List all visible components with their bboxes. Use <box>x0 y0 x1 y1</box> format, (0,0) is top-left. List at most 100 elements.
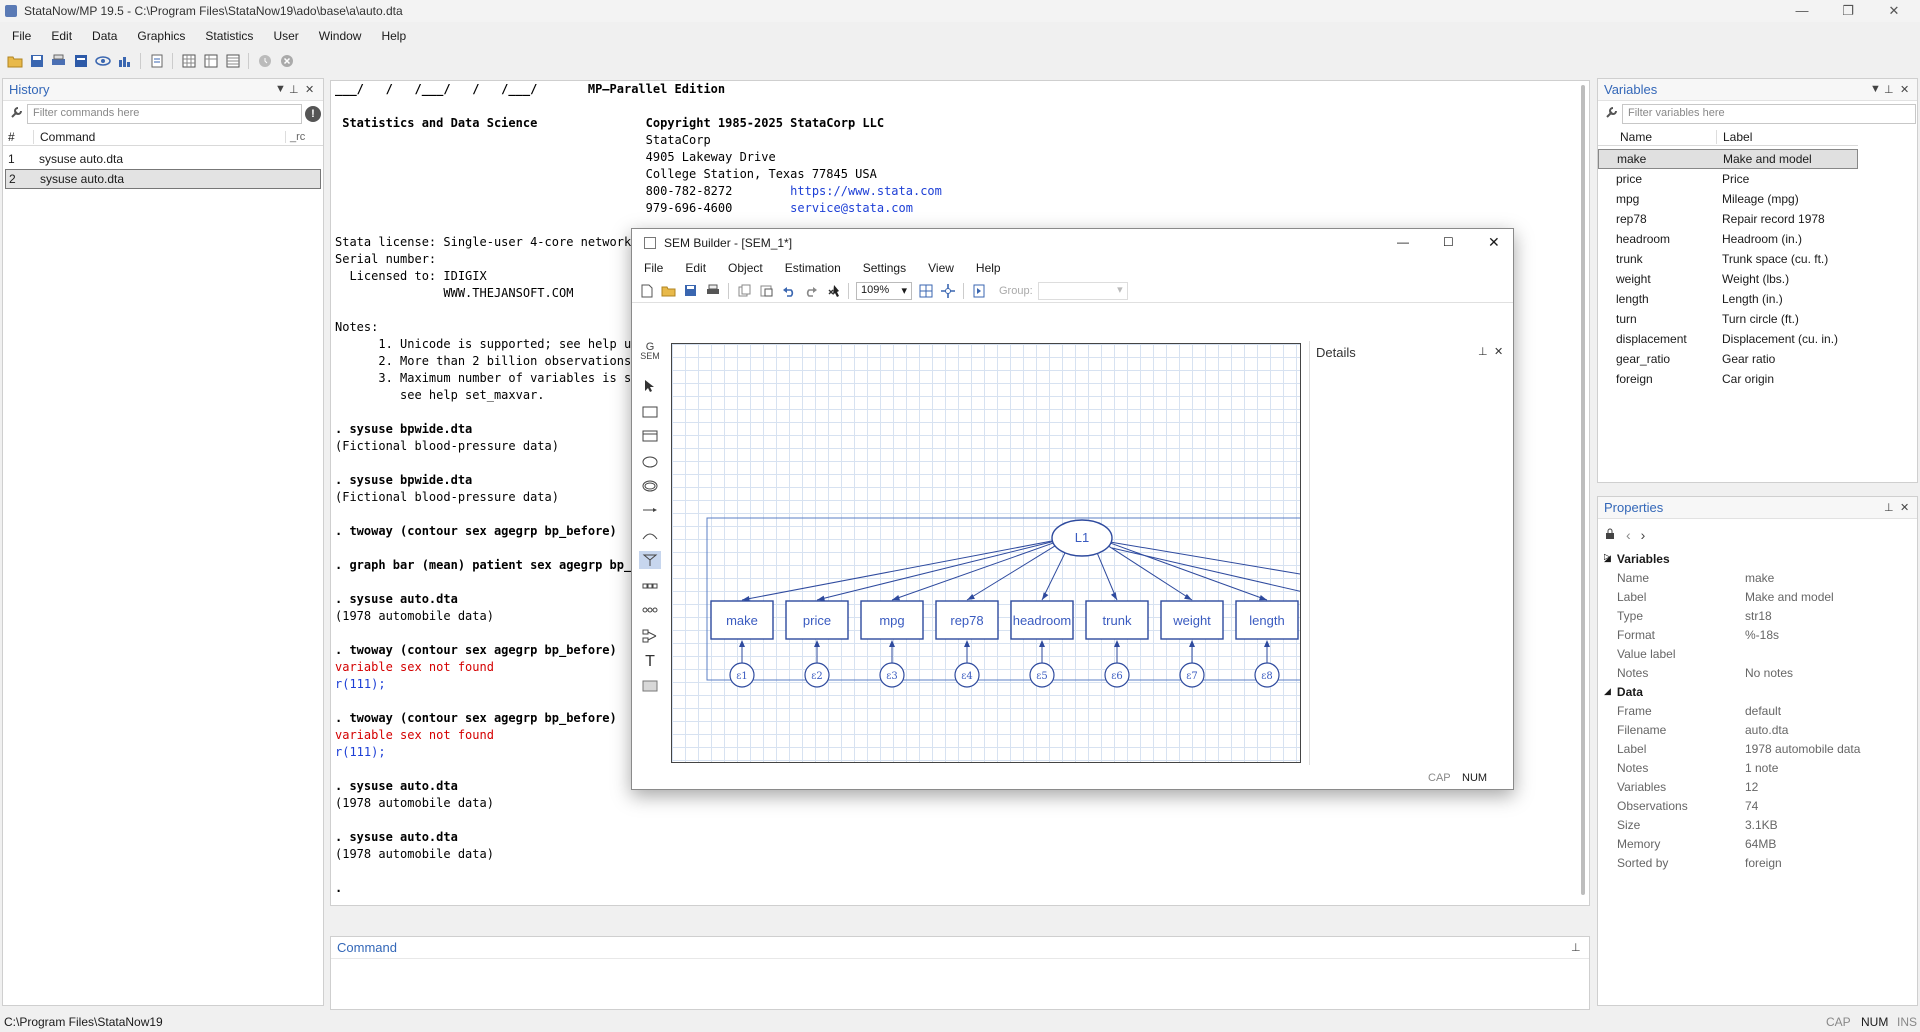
data-editor-browse-icon[interactable] <box>202 53 219 70</box>
variables-filter-input[interactable]: Filter variables here <box>1622 104 1916 124</box>
variable-row-rep78[interactable]: rep78 Repair record 1978 <box>1598 209 1858 229</box>
forward-icon[interactable]: › <box>1641 527 1646 543</box>
property-row[interactable]: Observations 74 <box>1598 796 1917 815</box>
observed-variable-label[interactable]: weight <box>1172 613 1211 628</box>
pin-icon[interactable]: ⊥ <box>1478 345 1488 358</box>
back-icon[interactable]: ‹ <box>1626 527 1631 543</box>
variable-row-mpg[interactable]: mpg Mileage (mpg) <box>1598 189 1858 209</box>
col-num[interactable]: # <box>3 130 33 144</box>
latent-component-tool-icon[interactable] <box>641 601 659 619</box>
pin-icon[interactable]: ⊥ <box>1571 941 1581 954</box>
observed-variable-label[interactable]: rep78 <box>950 613 983 628</box>
observed-variable-label[interactable]: length <box>1249 613 1284 628</box>
sem-canvas[interactable]: make ε1 price ε2 mpg ε3 rep78 ε4 headroom ε5 trunk… <box>671 343 1301 763</box>
path-arrow[interactable] <box>1096 551 1118 601</box>
zoom-select[interactable]: 109% ▾ <box>856 281 912 300</box>
variable-row-make[interactable]: make Make and model <box>1598 149 1858 169</box>
arrow-head[interactable] <box>1259 595 1267 601</box>
graph-icon[interactable] <box>116 53 133 70</box>
property-row[interactable]: Memory 64MB <box>1598 834 1917 853</box>
arrow-head[interactable] <box>1039 640 1045 647</box>
arrow-head[interactable] <box>1110 592 1117 600</box>
close-panel-icon[interactable]: ✕ <box>1494 345 1503 358</box>
sem-menu-estimation[interactable]: Estimation <box>773 257 851 279</box>
text-tool-icon[interactable]: T <box>641 653 659 671</box>
property-row[interactable]: Size 3.1KB <box>1598 815 1917 834</box>
observed-variable-tool-icon[interactable] <box>641 403 659 421</box>
print-icon[interactable] <box>50 53 67 70</box>
variable-row-price[interactable]: price Price <box>1598 169 1858 189</box>
observed-variable-label[interactable]: make <box>726 613 758 628</box>
pan-icon[interactable] <box>939 282 956 299</box>
observed-variable-label[interactable]: mpg <box>879 613 904 628</box>
variable-row-foreign[interactable]: foreign Car origin <box>1598 369 1858 389</box>
latent-variable-multi-tool-icon[interactable] <box>641 477 659 495</box>
observed-variable-label[interactable]: price <box>803 613 831 628</box>
menu-graphics[interactable]: Graphics <box>125 26 193 46</box>
variable-row-trunk[interactable]: trunk Trunk space (cu. ft.) <box>1598 249 1858 269</box>
arrow-head[interactable] <box>892 595 900 601</box>
path-arrow[interactable] <box>1111 547 1301 594</box>
menu-user[interactable]: User <box>261 26 306 46</box>
property-row[interactable]: Type str18 <box>1598 606 1917 625</box>
filter-icon[interactable]: ▼ <box>1870 83 1881 95</box>
properties-section-data[interactable]: ◢ Data <box>1598 682 1917 701</box>
property-row[interactable]: ▷ Filename auto.dta <box>1598 552 1917 739</box>
property-row[interactable]: Name make <box>1598 568 1917 587</box>
properties-section-variables[interactable]: ◢ Variables <box>1598 549 1917 568</box>
area-tool-icon[interactable] <box>641 677 659 695</box>
print-icon[interactable] <box>704 282 721 299</box>
property-row[interactable]: Variables 12 <box>1598 777 1917 796</box>
error-term-label[interactable]: ε3 <box>886 671 898 682</box>
regression-component-tool-icon[interactable] <box>641 577 659 595</box>
sem-mode-icon[interactable]: G SEM <box>640 342 660 361</box>
selection-box[interactable] <box>706 517 1301 681</box>
arrow-head[interactable] <box>814 640 820 647</box>
maximize-button[interactable]: ❐ <box>1826 0 1870 22</box>
error-term-label[interactable]: ε4 <box>961 671 973 682</box>
path-arrow[interactable] <box>1041 551 1067 601</box>
lock-icon[interactable] <box>1604 528 1616 543</box>
sem-close-button[interactable]: ✕ <box>1488 234 1500 251</box>
filter-icon[interactable]: ▼ <box>275 83 286 95</box>
sem-menu-help[interactable]: Help <box>964 257 1011 279</box>
delete-icon[interactable] <box>824 282 841 299</box>
regression-tool-icon[interactable] <box>641 627 659 645</box>
property-row[interactable]: Value label <box>1598 644 1917 663</box>
command-input[interactable] <box>335 963 1585 1007</box>
path-arrow[interactable] <box>816 541 1053 601</box>
sem-minimize-button[interactable]: — <box>1397 235 1409 249</box>
variable-row-gear_ratio[interactable]: gear_ratio Gear ratio <box>1598 349 1858 369</box>
save-icon[interactable] <box>28 53 45 70</box>
sem-menu-settings[interactable]: Settings <box>851 257 916 279</box>
arrow-head[interactable] <box>964 640 970 647</box>
do-file-editor-icon[interactable] <box>148 53 165 70</box>
data-editor-edit-icon[interactable] <box>180 53 197 70</box>
menu-statistics[interactable]: Statistics <box>193 26 261 46</box>
path-arrow[interactable] <box>966 545 1056 601</box>
menu-file[interactable]: File <box>0 26 39 46</box>
results-scrollbar[interactable] <box>1581 85 1585 895</box>
menu-edit[interactable]: Edit <box>39 26 80 46</box>
measurement-tool-icon[interactable] <box>639 551 661 569</box>
pin-icon[interactable]: ⊥ <box>289 83 299 96</box>
error-term-label[interactable]: ε8 <box>1261 671 1273 682</box>
select-tool-icon[interactable] <box>641 377 659 395</box>
property-row[interactable]: Label Make and model <box>1598 587 1917 606</box>
sem-maximize-button[interactable]: ☐ <box>1443 235 1454 249</box>
history-row-selected[interactable]: 2 sysuse auto.dta <box>5 169 321 189</box>
arrow-head[interactable] <box>967 594 975 600</box>
variable-row-weight[interactable]: weight Weight (lbs.) <box>1598 269 1858 289</box>
log-icon[interactable] <box>72 53 89 70</box>
save-icon[interactable] <box>682 282 699 299</box>
copy-icon[interactable] <box>736 282 753 299</box>
paste-icon[interactable] <box>758 282 775 299</box>
expand-row-icon[interactable]: ▷ <box>1604 552 1610 561</box>
arrow-head[interactable] <box>1189 640 1195 647</box>
col-rc[interactable]: _rc <box>285 130 305 143</box>
undo-icon[interactable] <box>780 282 797 299</box>
sem-menu-object[interactable]: Object <box>716 257 773 279</box>
open-icon[interactable] <box>6 53 23 70</box>
observed-variable-label[interactable]: trunk <box>1103 613 1132 628</box>
variable-row-headroom[interactable]: headroom Headroom (in.) <box>1598 229 1858 249</box>
